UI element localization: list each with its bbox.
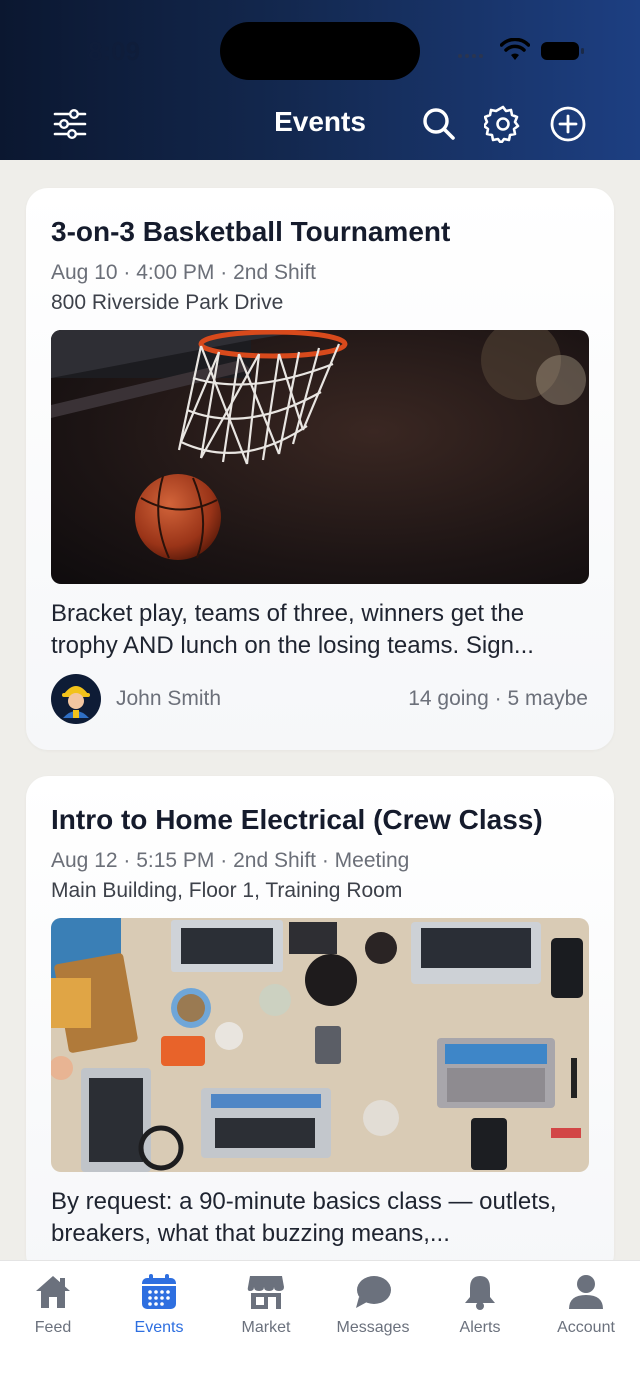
dynamic-island <box>220 22 420 80</box>
wifi-icon <box>500 38 530 60</box>
tab-events[interactable]: Events <box>106 1273 212 1337</box>
event-card[interactable]: Intro to Home Electrical (Crew Class) Au… <box>26 776 614 1276</box>
person-icon <box>569 1275 603 1309</box>
event-location: Main Building, Floor 1, Training Room <box>51 879 403 902</box>
event-location: 800 Riverside Park Drive <box>51 291 284 314</box>
sliders-icon <box>53 109 87 140</box>
event-image-basketball <box>51 330 589 584</box>
tab-label: Alerts <box>459 1319 501 1336</box>
basketball-hoop-image <box>51 330 589 584</box>
event-description: By request: a 90-minute basics class — o… <box>51 1188 557 1247</box>
plus-circle-icon <box>550 106 586 142</box>
event-description: Bracket play, teams of three, winners ge… <box>51 600 534 659</box>
top-header: 8:09 Events <box>0 0 640 160</box>
tab-feed[interactable]: Feed <box>0 1273 106 1337</box>
avatar[interactable] <box>51 674 101 724</box>
calendar-icon <box>142 1274 176 1309</box>
tab-market[interactable]: Market <box>213 1273 319 1337</box>
page-title: Events <box>274 106 366 137</box>
tab-label: Account <box>557 1319 615 1336</box>
workspace-laptops-image <box>51 918 589 1172</box>
home-icon <box>36 1276 70 1308</box>
search-button[interactable] <box>418 102 460 146</box>
settings-button[interactable] <box>482 102 524 146</box>
add-event-button[interactable] <box>546 102 590 146</box>
event-image-desk <box>51 918 589 1172</box>
tab-label: Events <box>134 1319 184 1336</box>
tab-label: Messages <box>336 1319 410 1336</box>
store-icon <box>247 1276 284 1309</box>
search-icon <box>423 108 455 140</box>
event-title: Intro to Home Electrical (Crew Class) <box>51 804 543 835</box>
tab-messages[interactable]: Messages <box>320 1273 426 1337</box>
gear-icon <box>484 105 520 143</box>
event-card[interactable]: 3-on-3 Basketball Tournament Aug 10 · 4:… <box>26 188 614 750</box>
filter-button[interactable] <box>50 102 90 146</box>
worker-avatar-icon <box>62 686 90 718</box>
event-author: John Smith <box>116 687 222 710</box>
tab-account[interactable]: Account <box>533 1273 639 1337</box>
rsvp-count: 14 going · 5 maybe <box>408 687 588 710</box>
signal-icon <box>458 54 483 58</box>
tab-label: Feed <box>34 1319 72 1336</box>
status-time: 8:09 <box>88 36 141 66</box>
event-title: 3-on-3 Basketball Tournament <box>51 216 451 247</box>
event-date-meta: Aug 10 · 4:00 PM · 2nd Shift <box>51 261 316 284</box>
chat-icon <box>356 1276 391 1308</box>
event-date-meta: Aug 12 · 5:15 PM · 2nd Shift · Meeting <box>51 849 410 872</box>
bell-icon <box>465 1276 495 1310</box>
tab-alerts[interactable]: Alerts <box>427 1273 533 1337</box>
bottom-tab-bar: Feed Events Market Messages Alerts Accou… <box>0 1260 640 1391</box>
tab-label: Market <box>241 1319 291 1336</box>
battery-icon <box>541 42 584 60</box>
